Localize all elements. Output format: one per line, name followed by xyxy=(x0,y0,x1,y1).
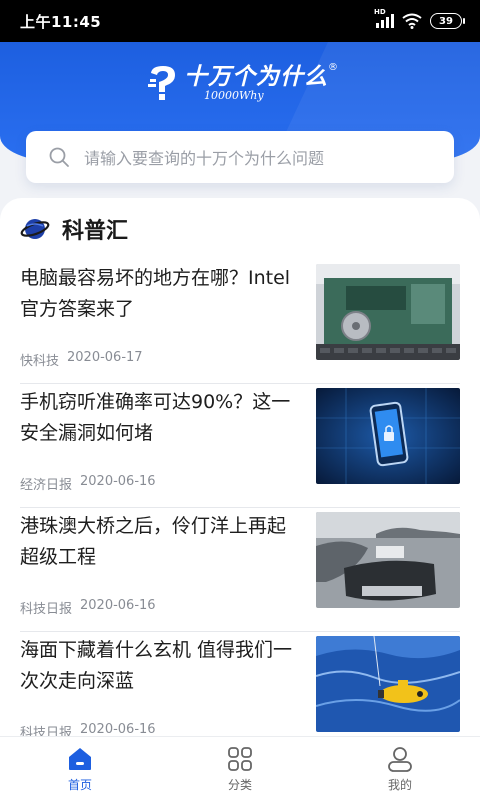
search-bar[interactable]: 请输入要查询的十万个为什么问题 xyxy=(26,131,454,183)
news-title: 手机窃听准确率可达90%？这一安全漏洞如何堵 xyxy=(20,391,291,444)
news-thumbnail-phone-lock xyxy=(316,388,460,484)
logo-title: 十万个为什么 xyxy=(184,64,328,90)
section-title: 科普汇 xyxy=(62,219,129,244)
tab-label: 首页 xyxy=(67,777,92,792)
news-thumbnail-motherboard xyxy=(316,264,460,360)
tab-label: 分类 xyxy=(227,777,252,792)
news-source: 科技日报 xyxy=(20,602,73,617)
content-card: 科普汇 电脑最容易坏的地方在哪？Intel官方答案来了 快科技 2020-06-… xyxy=(0,198,480,738)
news-text: 电脑最容易坏的地方在哪？Intel官方答案来了 快科技 2020-06-17 xyxy=(20,260,316,383)
news-source: 经济日报 xyxy=(20,478,73,493)
home-icon xyxy=(69,747,91,770)
news-title: 电脑最容易坏的地方在哪？Intel官方答案来了 xyxy=(20,267,291,320)
news-item[interactable]: 电脑最容易坏的地方在哪？Intel官方答案来了 快科技 2020-06-17 xyxy=(20,260,460,384)
tab-label: 我的 xyxy=(387,777,412,792)
news-text: 手机窃听准确率可达90%？这一安全漏洞如何堵 经济日报 2020-06-16 xyxy=(20,384,316,507)
news-date: 2020-06-16 xyxy=(80,598,156,613)
logo-text: 十万个为什么 10000Why xyxy=(184,64,328,102)
planet-icon xyxy=(20,219,50,239)
search-icon xyxy=(49,147,69,167)
news-date: 2020-06-17 xyxy=(67,350,143,365)
logo-subtitle: 10000Why xyxy=(204,89,264,102)
news-thumbnail-ocean-sub xyxy=(316,636,460,732)
category-icon xyxy=(228,746,252,771)
tab-category[interactable]: 分类 xyxy=(160,737,320,800)
news-title: 海面下藏着什么玄机 值得我们一次次走向深蓝 xyxy=(20,639,293,692)
status-bar: 上午11:45 HD 39 xyxy=(0,0,480,42)
news-item[interactable]: 海面下藏着什么玄机 值得我们一次次走向深蓝 科技日报 2020-06-16 xyxy=(20,632,460,738)
tab-home[interactable]: 首页 xyxy=(0,737,160,800)
news-thumbnail-island-aerial xyxy=(316,512,460,608)
search-placeholder: 请输入要查询的十万个为什么问题 xyxy=(84,149,325,168)
wifi-icon xyxy=(402,13,422,29)
profile-icon xyxy=(388,746,412,772)
news-source: 快科技 xyxy=(20,354,60,369)
battery-indicator: 39 xyxy=(430,13,465,29)
news-meta: 经济日报 2020-06-16 xyxy=(20,474,156,493)
question-mark-logo-icon xyxy=(148,66,175,100)
battery-level: 39 xyxy=(439,15,453,27)
network-label: HD xyxy=(374,8,386,16)
news-meta: 快科技 2020-06-17 xyxy=(20,350,143,369)
status-time: 上午11:45 xyxy=(20,12,102,31)
news-item[interactable]: 港珠澳大桥之后，伶仃洋上再起超级工程 科技日报 2020-06-16 xyxy=(20,508,460,632)
news-title: 港珠澳大桥之后，伶仃洋上再起超级工程 xyxy=(20,515,287,568)
bottom-tab-bar: 首页 分类 我的 xyxy=(0,736,480,800)
news-date: 2020-06-16 xyxy=(80,474,156,489)
news-meta: 科技日报 2020-06-16 xyxy=(20,598,156,617)
news-text: 海面下藏着什么玄机 值得我们一次次走向深蓝 科技日报 2020-06-16 xyxy=(20,632,316,738)
registered-mark: ® xyxy=(328,62,338,73)
app-logo: 十万个为什么 10000Why ® xyxy=(148,62,338,102)
signal-icon: HD xyxy=(374,8,394,28)
tab-profile[interactable]: 我的 xyxy=(320,737,480,800)
status-icons: HD 39 xyxy=(374,8,465,29)
news-item[interactable]: 手机窃听准确率可达90%？这一安全漏洞如何堵 经济日报 2020-06-16 xyxy=(20,384,460,508)
section-header: 科普汇 xyxy=(0,198,480,260)
news-text: 港珠澳大桥之后，伶仃洋上再起超级工程 科技日报 2020-06-16 xyxy=(20,508,316,631)
